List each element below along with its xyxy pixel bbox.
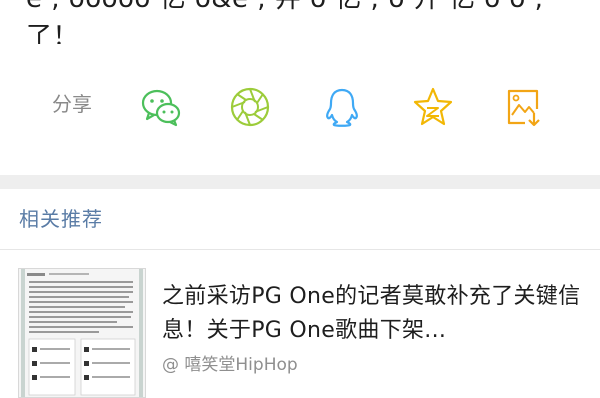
related-section-header: 相关推荐 [0,189,600,250]
share-qzone-button[interactable] [410,84,456,130]
share-bar: 分享 [0,78,600,134]
section-divider [0,175,600,189]
thumbnail-screenshot-image [19,269,145,397]
share-wechat-button[interactable] [138,84,184,130]
article-body-tail: e , ooooo 亿 o&e , 井 o 亿 ; o 开 亿 o o , 了！ [0,0,600,44]
related-article-source: @ 嘻笑堂HipHop [162,355,298,375]
wechat-icon [141,89,181,127]
article-text-line-1: e , ooooo 亿 o&e , 井 o 亿 ; o 开 亿 o o , [26,0,543,14]
qq-icon [326,88,358,127]
related-title: 相关推荐 [19,207,103,231]
moments-icon [230,87,270,127]
article-thumbnail [18,268,146,398]
save-image-icon [507,89,540,127]
share-qq-button[interactable] [319,84,365,130]
related-article-item[interactable]: 之前采访PG One的记者莫敢补充了关键信息！关于PG One歌曲下架... @… [0,250,600,398]
share-moments-button[interactable] [227,84,273,130]
share-label: 分享 [52,92,92,116]
article-text-line-2: 了！ [26,22,80,44]
qzone-icon [413,87,453,126]
save-image-button[interactable] [500,84,546,130]
related-article-title[interactable]: 之前采访PG One的记者莫敢补充了关键信息！关于PG One歌曲下架... [162,280,582,348]
